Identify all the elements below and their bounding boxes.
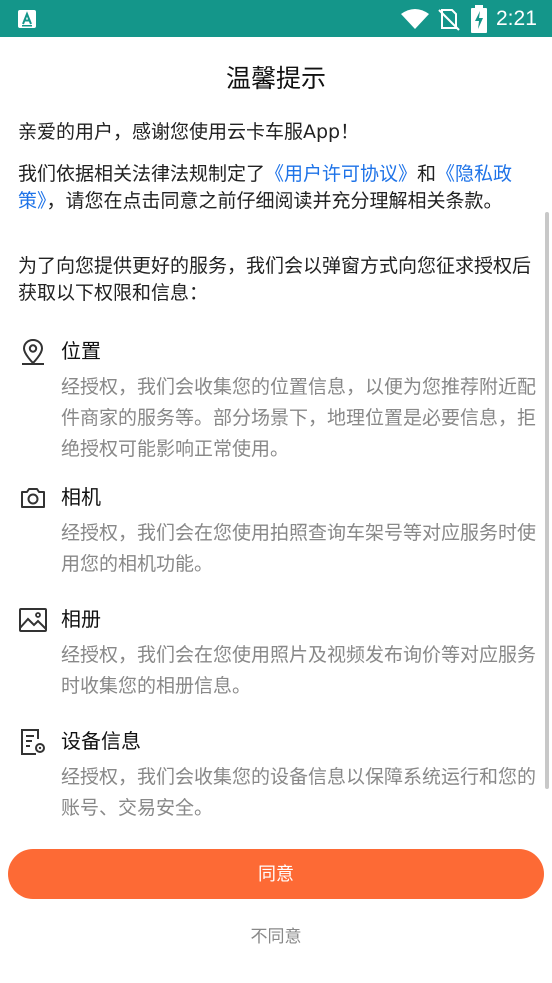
camera-icon: [21, 488, 45, 508]
agree-button[interactable]: 同意: [8, 849, 544, 899]
intro-text: 为了向您提供更好的服务，我们会以弹窗方式向您征求授权后获取以下权限和信息：: [18, 255, 532, 304]
permission-desc: 经授权，我们会在您使用拍照查询车架号等对应服务时使用您的相机功能。: [61, 522, 537, 575]
no-sim-icon: [438, 9, 460, 31]
app-notification-icon: [18, 10, 36, 28]
user-agreement-link[interactable]: 《用户许可协议》: [265, 163, 417, 185]
location-pin-icon: [22, 338, 44, 365]
permission-desc: 经授权，我们会在您使用照片及视频发布询价等对应服务时收集您的相册信息。: [61, 644, 537, 697]
greeting-text: 亲爱的用户，感谢您使用云卡车服App！: [18, 121, 360, 143]
permission-desc: 经授权，我们会收集您的设备信息以保障系统运行和您的账号、交易安全。: [61, 766, 537, 819]
permission-title: 相机: [61, 485, 101, 509]
status-bar: 2:21: [0, 0, 552, 37]
permission-desc: 经授权，我们会收集您的位置信息，以便为您推荐附近配件商家的服务等。部分场景下，地…: [61, 376, 537, 460]
battery-charging-icon: [471, 5, 487, 33]
wifi-icon: [401, 9, 429, 29]
policy-paragraph: 我们依据相关法律法规制定了《用户许可协议》和《隐私政策》，请您在点击同意之前仔细…: [18, 161, 536, 214]
policy-prefix: 我们依据相关法律法规制定了: [18, 163, 266, 185]
dialog-title: 温馨提示: [225, 64, 326, 93]
permission-title: 位置: [61, 339, 101, 363]
scrollbar[interactable]: [545, 212, 549, 789]
permission-title: 相册: [61, 607, 101, 631]
photo-album-icon: [19, 608, 47, 632]
policy-and: 和: [417, 163, 437, 185]
policy-suffix: ，请您在点击同意之前仔细阅读并充分理解相关条款。: [46, 189, 503, 212]
status-time: 2:21: [496, 7, 537, 30]
permission-title: 设备信息: [61, 729, 141, 753]
disagree-button[interactable]: 不同意: [0, 924, 552, 950]
device-info-icon: [21, 729, 45, 755]
